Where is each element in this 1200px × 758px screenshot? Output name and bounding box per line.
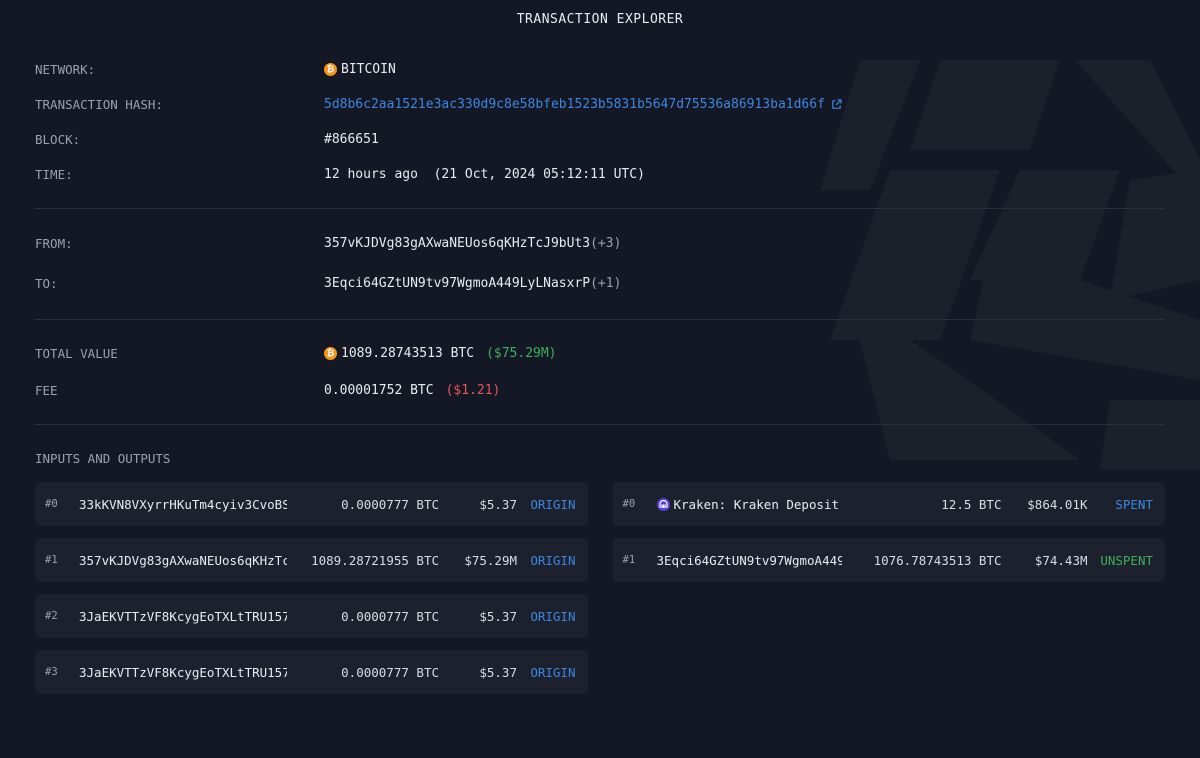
output-index: #1 [622, 554, 636, 566]
to-label: TO: [35, 275, 58, 291]
input-address[interactable]: 3JaEKVTTzVF8KcygEoTXLtTRU157 [79, 665, 287, 680]
output-index: #0 [622, 498, 636, 510]
input-address[interactable]: 3JaEKVTTzVF8KcygEoTXLtTRU157 [79, 609, 287, 624]
from-extra-count[interactable]: (+3) [590, 236, 621, 251]
kraken-icon [656, 497, 670, 511]
input-index: #3 [45, 666, 58, 678]
hash-row: TRANSACTION HASH: 5d8b6c2aa1521e3ac330d9… [35, 87, 1165, 122]
input-usd: $5.37 [479, 664, 517, 680]
input-amount: 0.0000777 BTC [341, 608, 439, 624]
hash-label: TRANSACTION HASH: [35, 97, 163, 112]
inputs-outputs-label: INPUTS AND OUTPUTS [35, 451, 171, 466]
input-row[interactable]: #3 3JaEKVTTzVF8KcygEoTXLtTRU157 0.000077… [35, 650, 588, 694]
divider [35, 208, 1165, 209]
inputs-list: #0 33kKVN8VXyrrHKuTm4cyiv3CvoBS 0.000077… [35, 482, 588, 694]
input-index: #0 [45, 498, 58, 510]
output-address[interactable]: 3Eqci64GZtUN9tv97WgmoA449L [657, 553, 842, 568]
bitcoin-icon: ₿ [324, 347, 337, 360]
fee-row: FEE 0.00001752 BTC ($1.21) [35, 372, 1165, 409]
input-status[interactable]: ORIGIN [517, 665, 575, 680]
to-extra-count[interactable]: (+1) [590, 276, 621, 291]
transaction-hash-link[interactable]: 5d8b6c2aa1521e3ac330d9c8e58bfeb1523b5831… [324, 97, 825, 112]
output-address[interactable]: Kraken: Kraken Deposit [674, 497, 840, 512]
output-amount: 1076.78743513 BTC [873, 552, 1002, 568]
to-row: TO: 3Eqci64GZtUN9tv97WgmoA449LyLNasxrP (… [35, 263, 1165, 303]
output-status[interactable]: SPENT [1088, 497, 1153, 512]
network-row: NETWORK: ₿ BITCOIN [35, 52, 1165, 87]
output-amount: 12.5 BTC [941, 496, 1002, 512]
total-value-usd: ($75.29M) [486, 346, 557, 361]
from-address[interactable]: 357vKJDVg83gAXwaNEUos6qKHzTcJ9bUt3 [324, 236, 590, 251]
page-title: TRANSACTION EXPLORER [516, 12, 684, 27]
input-status[interactable]: ORIGIN [517, 609, 575, 624]
to-address[interactable]: 3Eqci64GZtUN9tv97WgmoA449LyLNasxrP [324, 276, 590, 291]
time-value: 12 hours ago (21 Oct, 2024 05:12:11 UTC) [324, 167, 645, 182]
input-address[interactable]: 33kKVN8VXyrrHKuTm4cyiv3CvoBS [79, 497, 287, 512]
from-row: FROM: 357vKJDVg83gAXwaNEUos6qKHzTcJ9bUt3… [35, 223, 1165, 263]
output-usd: $74.43M [1034, 552, 1088, 568]
external-link-icon[interactable] [831, 99, 842, 110]
output-status[interactable]: UNSPENT [1088, 553, 1153, 568]
input-row[interactable]: #2 3JaEKVTTzVF8KcygEoTXLtTRU157 0.000077… [35, 594, 588, 638]
block-label: BLOCK: [35, 132, 81, 147]
input-index: #2 [45, 610, 58, 622]
input-usd: $5.37 [479, 496, 517, 512]
network-value: BITCOIN [341, 62, 396, 77]
fee-label: FEE [35, 383, 58, 398]
total-value-btc: 1089.28743513 BTC [341, 346, 475, 361]
input-index: #1 [45, 554, 58, 566]
time-row: TIME: 12 hours ago (21 Oct, 2024 05:12:1… [35, 157, 1165, 192]
block-value: #866651 [324, 132, 379, 147]
input-address[interactable]: 357vKJDVg83gAXwaNEUos6qKHzTc [79, 553, 287, 568]
input-amount: 0.0000777 BTC [341, 664, 439, 680]
input-row[interactable]: #0 33kKVN8VXyrrHKuTm4cyiv3CvoBS 0.000077… [35, 482, 588, 526]
input-status[interactable]: ORIGIN [517, 497, 575, 512]
fee-btc: 0.00001752 BTC [324, 383, 434, 398]
from-label: FROM: [35, 235, 73, 251]
input-status[interactable]: ORIGIN [517, 553, 575, 568]
output-entity[interactable]: Kraken: Kraken Deposit [656, 497, 842, 512]
network-label: NETWORK: [35, 62, 96, 77]
outputs-list: #0 Kraken: Kraken Deposit 12.5 BTC $864.… [612, 482, 1165, 694]
divider [35, 319, 1165, 320]
time-label: TIME: [35, 167, 73, 182]
input-amount: 1089.28721955 BTC [311, 552, 439, 568]
input-row[interactable]: #1 357vKJDVg83gAXwaNEUos6qKHzTc 1089.287… [35, 538, 588, 582]
output-usd: $864.01K [1027, 496, 1088, 512]
output-row[interactable]: #0 Kraken: Kraken Deposit 12.5 BTC $864.… [612, 482, 1165, 526]
output-row[interactable]: #1 3Eqci64GZtUN9tv97WgmoA449L 1076.78743… [612, 538, 1165, 582]
fee-usd: ($1.21) [445, 383, 501, 398]
input-usd: $75.29M [464, 552, 517, 568]
input-usd: $5.37 [479, 608, 517, 624]
bitcoin-icon: ₿ [324, 63, 337, 76]
input-amount: 0.0000777 BTC [341, 496, 439, 512]
inputs-outputs: #0 33kKVN8VXyrrHKuTm4cyiv3CvoBS 0.000077… [35, 482, 1165, 694]
block-row: BLOCK: #866651 [35, 122, 1165, 157]
total-value-row: TOTAL VALUE ₿ 1089.28743513 BTC ($75.29M… [35, 335, 1165, 372]
total-value-label: TOTAL VALUE [35, 346, 118, 361]
